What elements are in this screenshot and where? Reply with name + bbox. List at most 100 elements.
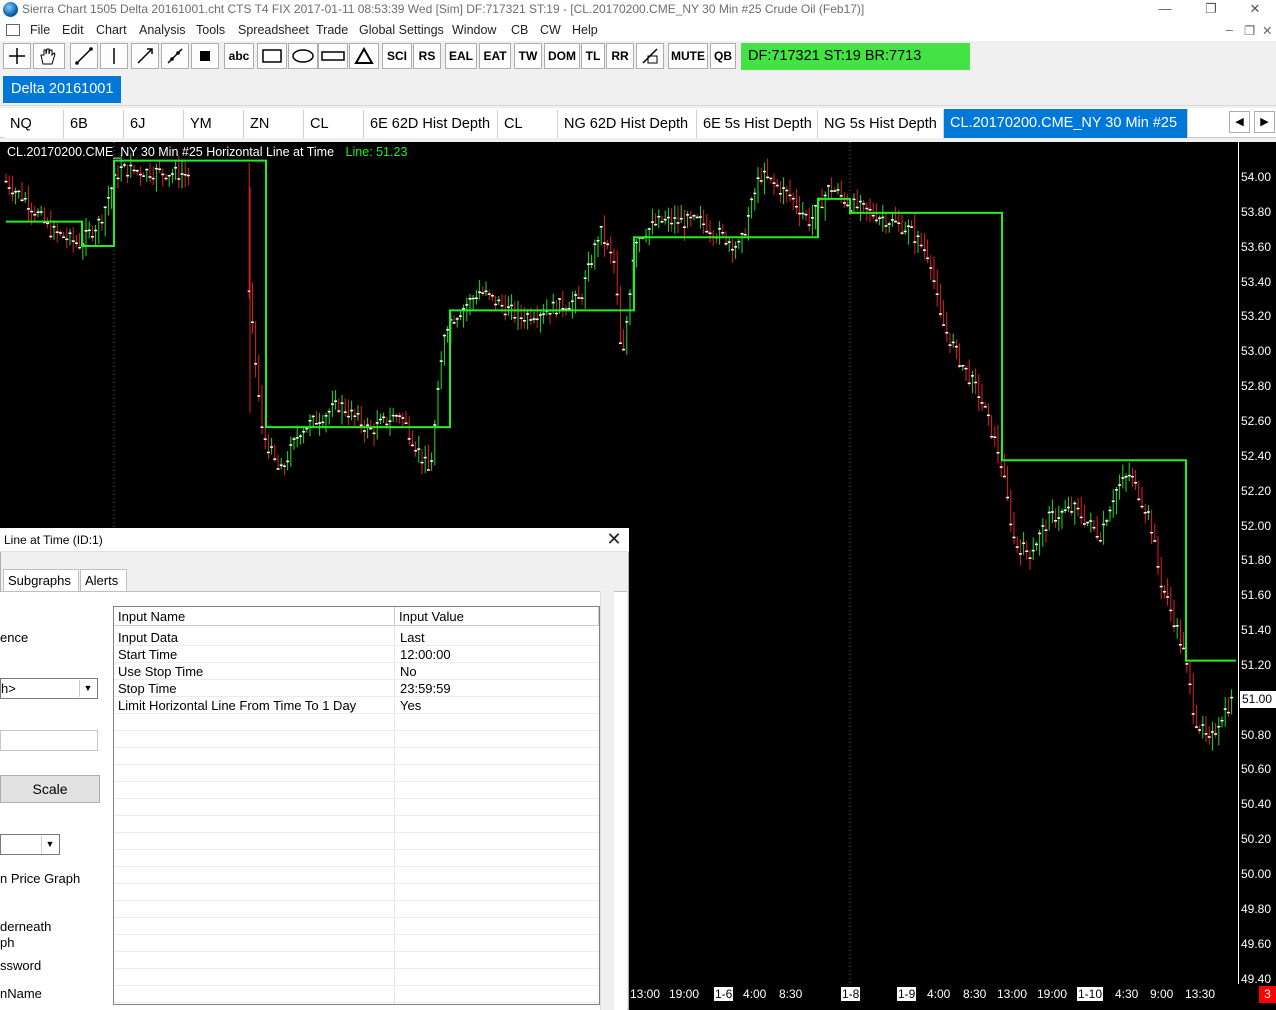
input-value-cell[interactable]: 23:59:59 (400, 680, 451, 697)
grid-row[interactable] (114, 918, 599, 935)
tab-cl-2[interactable]: CL (498, 110, 558, 138)
mute-button[interactable]: MUTE (668, 43, 708, 69)
grid-row[interactable]: Stop Time 23:59:59 (114, 680, 599, 697)
chartbook-tab[interactable]: Delta 20161001 (3, 76, 121, 103)
menu-tools[interactable]: Tools (196, 23, 225, 37)
grid-row[interactable] (114, 952, 599, 969)
input-value-cell[interactable]: No (400, 663, 417, 680)
tw-button[interactable]: TW (514, 43, 542, 69)
dialog-close-icon[interactable]: ✕ (604, 530, 624, 550)
grid-header-input-value[interactable]: Input Value (395, 607, 599, 626)
rs-button[interactable]: RS (413, 43, 441, 69)
close-button[interactable]: ✕ (1232, 0, 1276, 20)
extended-line-tool-icon[interactable] (161, 43, 189, 69)
grid-row[interactable]: Input Data Last (114, 629, 599, 646)
menu-chart[interactable]: Chart (96, 23, 127, 37)
menu-cb[interactable]: CB (511, 23, 528, 37)
crosshair-tool-icon[interactable] (3, 43, 31, 69)
horizontal-ray-tool-icon[interactable] (318, 43, 348, 69)
input-value-cell[interactable]: 12:00:00 (400, 646, 451, 663)
grid-row[interactable] (114, 833, 599, 850)
graph-region-select[interactable]: h> ▼ (0, 678, 98, 699)
tl-button[interactable]: TL (581, 43, 605, 69)
input-value-cell[interactable]: Last (400, 629, 425, 646)
grid-header-input-name[interactable]: Input Name (114, 607, 395, 626)
rectangle-tool-icon[interactable] (257, 43, 287, 69)
tab-6j[interactable]: 6J (124, 110, 184, 138)
menu-cw[interactable]: CW (540, 23, 561, 37)
grid-row[interactable] (114, 748, 599, 765)
text-field[interactable] (0, 730, 98, 751)
menu-analysis[interactable]: Analysis (139, 23, 186, 37)
hand-pan-tool-icon[interactable] (33, 43, 65, 69)
option-select[interactable]: ▼ (0, 834, 60, 855)
rr-button[interactable]: RR (606, 43, 634, 69)
measure-tool-icon[interactable] (636, 43, 664, 69)
grid-row[interactable] (114, 935, 599, 952)
grid-row[interactable] (114, 799, 599, 816)
chevron-down-icon[interactable]: ▼ (79, 680, 96, 697)
tab-6e-5s-hist-depth[interactable]: 6E 5s Hist Depth (697, 110, 818, 138)
grid-row[interactable] (114, 714, 599, 731)
grid-row[interactable] (114, 782, 599, 799)
tab-zn[interactable]: ZN (244, 110, 304, 138)
menu-help[interactable]: Help (572, 23, 598, 37)
line-tool-icon[interactable] (70, 43, 98, 69)
dialog-scrollbar[interactable] (600, 591, 614, 1010)
text-tool-button[interactable]: abc (224, 43, 254, 69)
tab-nq[interactable]: NQ (4, 110, 64, 138)
grid-row[interactable] (114, 884, 599, 901)
input-value-cell[interactable]: Yes (400, 697, 421, 714)
tab-alerts[interactable]: Alerts (80, 569, 127, 592)
chevron-down-icon[interactable]: ▼ (41, 836, 58, 853)
eat-button[interactable]: EAT (479, 43, 511, 69)
tab-6e-62d-hist-depth[interactable]: 6E 62D Hist Depth (364, 110, 498, 138)
dom-button[interactable]: DOM (544, 43, 580, 69)
tab-ng-62d-hist-depth[interactable]: NG 62D Hist Depth (558, 110, 697, 138)
grid-row[interactable] (114, 850, 599, 867)
price-tick: 51.80 (1241, 553, 1272, 568)
grid-row[interactable]: Limit Horizontal Line From Time To 1 Day… (114, 697, 599, 714)
tab-subgraphs[interactable]: Subgraphs (3, 569, 79, 592)
grid-row[interactable] (114, 969, 599, 986)
mdi-close-button[interactable]: ✕ (1262, 23, 1272, 38)
grid-row[interactable] (114, 986, 599, 1003)
app-globe-icon[interactable] (3, 2, 18, 17)
menu-file[interactable]: File (30, 23, 50, 37)
qb-button[interactable]: QB (710, 43, 736, 69)
grid-row[interactable]: Start Time 12:00:00 (114, 646, 599, 663)
mdi-restore-button[interactable]: ❐ (1244, 23, 1255, 38)
tab-ym[interactable]: YM (184, 110, 244, 138)
tab-6b[interactable]: 6B (64, 110, 124, 138)
sci-button[interactable]: SCI (382, 43, 412, 69)
menu-spreadsheet[interactable]: Spreadsheet (238, 23, 309, 37)
minimize-button[interactable]: — (1142, 0, 1188, 20)
menu-trade[interactable]: Trade (316, 23, 348, 37)
menu-edit[interactable]: Edit (62, 23, 84, 37)
mdi-minimize-button[interactable]: ‒ (1226, 23, 1233, 37)
vertical-line-tool-icon[interactable] (100, 43, 128, 69)
grid-row[interactable] (114, 816, 599, 833)
grid-row[interactable] (114, 901, 599, 918)
scale-button[interactable]: Scale (0, 775, 100, 803)
grid-row[interactable] (114, 867, 599, 884)
grid-row[interactable] (114, 731, 599, 748)
title-bar: Sierra Chart 1505 Delta 20161001.cht CTS… (0, 0, 1276, 20)
triangle-tool-icon[interactable] (349, 43, 379, 69)
tab-ng-5s-hist-depth[interactable]: NG 5s Hist Depth (818, 110, 944, 138)
dialog-label-graph: ph (0, 935, 15, 950)
maximize-button[interactable]: ❐ (1188, 0, 1234, 20)
ray-tool-icon[interactable] (131, 43, 159, 69)
tab-scroll-left-icon[interactable]: ◀ (1229, 111, 1250, 133)
document-icon[interactable] (6, 24, 20, 36)
grid-row[interactable]: Use Stop Time No (114, 663, 599, 680)
rectangle-fill-tool-icon[interactable] (191, 43, 219, 69)
menu-window[interactable]: Window (452, 23, 496, 37)
eal-button[interactable]: EAL (445, 43, 477, 69)
tab-scroll-right-icon[interactable]: ▶ (1254, 111, 1275, 133)
tab-cl-30min-active[interactable]: CL.20170200.CME_NY 30 Min #25 (944, 109, 1188, 138)
menu-global-settings[interactable]: Global Settings (359, 23, 444, 37)
ellipse-tool-icon[interactable] (288, 43, 318, 69)
grid-row[interactable] (114, 765, 599, 782)
tab-cl[interactable]: CL (304, 110, 364, 138)
